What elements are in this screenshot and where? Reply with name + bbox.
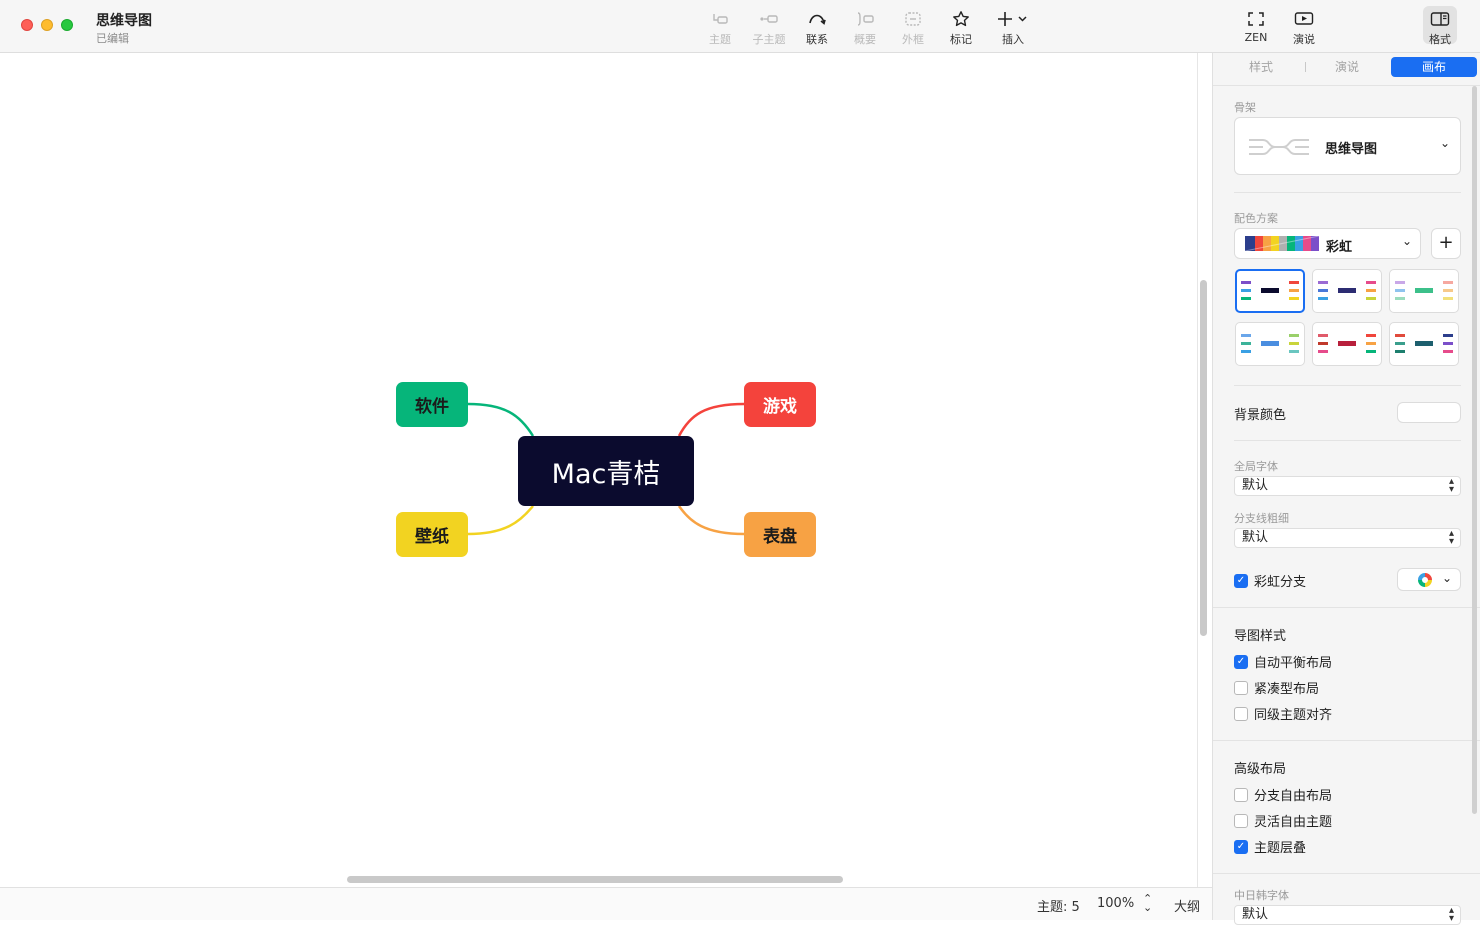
color-wheel-icon [1418, 573, 1432, 587]
section-divider [1234, 192, 1461, 193]
skeleton-title: 骨架 [1234, 101, 1256, 114]
tab-canvas[interactable]: 画布 [1391, 57, 1477, 77]
panel-scrollbar[interactable] [1472, 86, 1477, 814]
zoom-level[interactable]: 100% [1097, 896, 1134, 911]
section-divider [1234, 440, 1461, 441]
thumb-mini-2 [1318, 281, 1376, 300]
checkmark-icon: ✓ [1234, 573, 1248, 588]
skeleton-select[interactable]: 思维导图 ⌄ [1234, 117, 1461, 175]
chevron-down-icon: ⌄ [1441, 571, 1452, 585]
fullscreen-icon [1232, 8, 1280, 28]
thumb-mini-1 [1241, 281, 1299, 300]
canvas-horizontal-scrollbar[interactable] [347, 876, 843, 883]
zen-mode-button[interactable]: ZEN [1232, 8, 1280, 48]
background-color-swatch[interactable] [1397, 402, 1461, 423]
stepper-icon: ▴ ▾ [1448, 528, 1454, 547]
topic-wallpaper[interactable]: 壁纸 [396, 512, 468, 557]
cjk-font-title: 中日韩字体 [1234, 889, 1289, 902]
section-divider [1213, 607, 1480, 608]
rainbow-branch-label: 彩虹分支 [1254, 575, 1307, 590]
pitch-label: 演说 [1293, 33, 1315, 46]
topic-overlap-label: 主题层叠 [1254, 841, 1307, 856]
compact-layout-checkbox[interactable]: 紧凑型布局 [1234, 678, 1319, 697]
rainbow-color-picker[interactable]: ⌄ [1397, 568, 1461, 591]
canvas-vertical-scrollbar[interactable] [1200, 280, 1207, 636]
free-branch-checkbox[interactable]: 分支自由布局 [1234, 785, 1332, 804]
canvas-divider [1197, 53, 1198, 887]
zoom-stepper[interactable]: ⌃ ⌄ [1143, 893, 1152, 913]
branch-width-title: 分支线粗细 [1234, 512, 1289, 525]
tab-style[interactable]: 样式 [1227, 57, 1295, 77]
stepper-icon: ▴ ▾ [1448, 476, 1454, 495]
color-scheme-title: 配色方案 [1234, 212, 1278, 225]
global-font-select[interactable]: 默认 ▴ ▾ [1234, 476, 1461, 496]
topic-software[interactable]: 软件 [396, 382, 468, 427]
connector-software [467, 402, 535, 437]
rainbow-palette-icon [1245, 236, 1319, 251]
format-label: 格式 [1429, 33, 1451, 46]
app-window: 思维导图 已编辑 主题 子主题 联系 概要 外框 标记 插入 ZEN 演说 格式… [0, 0, 1480, 925]
background-color-label: 背景颜色 [1234, 408, 1287, 423]
align-siblings-checkbox[interactable]: 同级主题对齐 [1234, 704, 1332, 723]
central-topic[interactable]: Mac青桔 [518, 436, 694, 506]
add-color-scheme-button[interactable]: + [1431, 228, 1461, 259]
auto-balance-label: 自动平衡布局 [1254, 656, 1333, 671]
theme-thumbnails-preview [1241, 281, 1453, 353]
branch-width-value: 默认 [1242, 530, 1269, 545]
section-divider [1213, 873, 1480, 874]
branch-width-select[interactable]: 默认 ▴ ▾ [1234, 528, 1461, 548]
checkmark-icon: ✓ [1234, 654, 1248, 669]
topic-watchface[interactable]: 表盘 [744, 512, 816, 557]
skeleton-value: 思维导图 [1325, 142, 1378, 157]
advanced-layout-title: 高级布局 [1234, 762, 1287, 777]
connector-games [677, 402, 745, 437]
cjk-font-select[interactable]: 默认 ▴ ▾ [1234, 905, 1461, 925]
connector-wallpaper [467, 505, 534, 536]
mindmap-skeleton-icon [1249, 139, 1309, 155]
map-style-title: 导图样式 [1234, 629, 1287, 644]
global-font-value: 默认 [1242, 478, 1269, 493]
color-scheme-value: 彩虹 [1326, 240, 1353, 255]
compact-layout-label: 紧凑型布局 [1254, 682, 1320, 697]
connector-watchface [677, 505, 745, 536]
free-branch-label: 分支自由布局 [1254, 789, 1333, 804]
topic-count: 主题: 5 [1037, 900, 1080, 915]
thumb-mini-4 [1241, 334, 1299, 353]
format-button[interactable]: 格式 [1416, 8, 1464, 48]
status-bar: 主题: 5 100% ⌃ ⌄ 大纲 [0, 887, 1212, 920]
flexible-free-topic-checkbox[interactable]: 灵活自由主题 [1234, 811, 1332, 830]
thumb-mini-6 [1395, 334, 1453, 353]
outline-button[interactable]: 大纲 [1174, 896, 1200, 915]
global-font-title: 全局字体 [1234, 460, 1278, 473]
sidebar-icon [1416, 8, 1464, 28]
tab-pitch[interactable]: 演说 [1313, 57, 1381, 77]
zen-label: ZEN [1244, 31, 1268, 44]
rainbow-branch-checkbox[interactable]: ✓ 彩虹分支 [1234, 571, 1306, 590]
tab-divider [1213, 85, 1480, 86]
chevron-down-icon: ⌄ [1439, 136, 1450, 150]
color-scheme-select[interactable]: 彩虹 ⌄ [1234, 228, 1421, 259]
section-divider [1234, 385, 1461, 386]
section-divider [1213, 740, 1480, 741]
topic-games[interactable]: 游戏 [744, 382, 816, 427]
thumb-mini-3 [1395, 281, 1453, 300]
pitch-button[interactable]: 演说 [1280, 8, 1328, 48]
flexible-free-topic-label: 灵活自由主题 [1254, 815, 1333, 830]
auto-balance-checkbox[interactable]: ✓ 自动平衡布局 [1234, 652, 1332, 671]
topic-overlap-checkbox[interactable]: ✓ 主题层叠 [1234, 837, 1306, 856]
align-siblings-label: 同级主题对齐 [1254, 708, 1333, 723]
format-panel: 样式 演说 画布 骨架 思维导图 ⌄ 配色方案 彩虹 ⌄ + 背景颜色 全局字体… [1212, 53, 1480, 925]
checkmark-icon: ✓ [1234, 839, 1248, 854]
play-icon [1280, 8, 1328, 28]
thumb-mini-5 [1318, 334, 1376, 353]
stepper-icon: ▴ ▾ [1448, 905, 1454, 924]
tab-separator [1305, 62, 1306, 72]
chevron-down-icon: ⌄ [1401, 234, 1412, 248]
